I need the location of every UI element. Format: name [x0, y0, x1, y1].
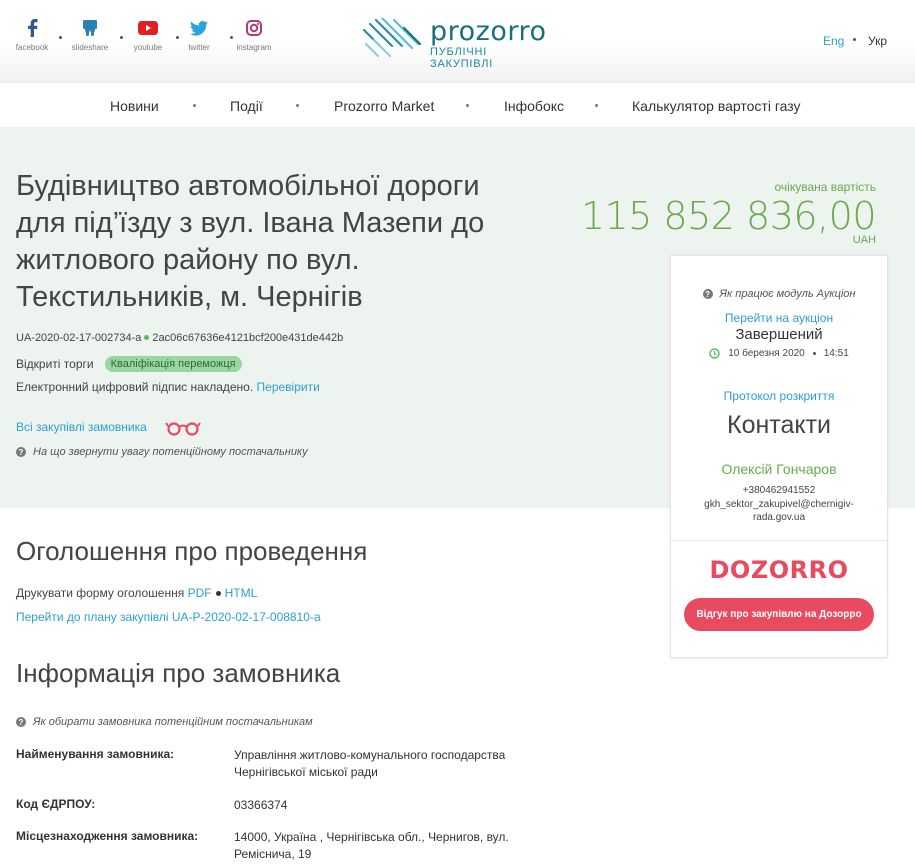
- signature-text: Електронний цифровий підпис накладено.: [16, 380, 254, 394]
- clock-icon: [709, 348, 720, 359]
- youtube-label: youtube: [133, 43, 163, 52]
- glasses-icon[interactable]: [165, 420, 201, 436]
- customer-heading: Інформація про замовника: [16, 658, 341, 688]
- twitter-label: twitter: [188, 43, 210, 52]
- edrpou-label: Код ЄДРПОУ:: [16, 797, 96, 811]
- slideshare-icon: [80, 18, 100, 38]
- facebook-icon: [22, 18, 42, 38]
- question-icon: ?: [702, 289, 713, 299]
- currency: UAH: [852, 234, 876, 246]
- instagram-icon: [244, 18, 264, 38]
- print-pdf-link[interactable]: PDF: [188, 586, 212, 600]
- supplier-hint-link[interactable]: ? На що звернути увагу потенційному пост…: [16, 446, 308, 458]
- auction-contacts-card: ? Як працює модуль Аукціон Перейти на ау…: [670, 255, 888, 658]
- divider: [671, 540, 887, 541]
- customer-address-value: 14000, Україна , Чернігівська обл., Черн…: [234, 830, 509, 861]
- tender-hash: 2ac06c67636e4121bcf200e431de442b: [152, 332, 344, 344]
- print-form-text: Друкувати форму оголошення: [16, 586, 185, 600]
- contact-phone: +380462941552: [742, 485, 816, 496]
- nav-item-infobox[interactable]: Інфобокс: [504, 98, 564, 114]
- facebook-label: facebook: [15, 43, 49, 52]
- separator-dot: [215, 591, 221, 596]
- signature-row: Електронний цифровий підпис накладено. П…: [16, 380, 320, 394]
- supplier-hint-text: На що звернути увагу потенційному постач…: [33, 446, 308, 458]
- expected-value-label: очікувана вартість: [774, 180, 877, 194]
- nav-item-news[interactable]: Новини: [110, 98, 159, 114]
- plan-link-row: Перейти до плану закупівлі UA-P-2020-02-…: [16, 610, 321, 624]
- auction-date: 10 березня 2020: [728, 348, 805, 359]
- tender-id: UA-2020-02-17-002734-a: [16, 332, 142, 344]
- dozorro-review-button[interactable]: Відгук про закупівлю на Дозорро: [684, 598, 874, 631]
- all-procurements-link[interactable]: Всі закупівлі замовника: [16, 420, 147, 434]
- separator-dot: [466, 104, 469, 107]
- lang-en-link[interactable]: Eng: [823, 34, 844, 48]
- facebook-link[interactable]: facebook: [7, 18, 57, 52]
- customer-name-label: Найменування замовника:: [16, 747, 175, 761]
- auction-datetime: 10 березня 2020 14:51: [671, 348, 887, 359]
- prozorro-logo-mark-icon: [362, 18, 422, 58]
- edrpou-value: 03366374: [234, 798, 288, 812]
- auction-help-text: Як працює модуль Аукціон: [719, 288, 856, 300]
- lang-ua-link[interactable]: Укр: [868, 34, 887, 48]
- youtube-icon: [138, 18, 158, 38]
- nav-item-events[interactable]: Події: [230, 98, 263, 114]
- site-header: facebook slideshare youtube twitter inst…: [0, 0, 915, 82]
- print-html-link[interactable]: HTML: [225, 586, 258, 600]
- slideshare-link[interactable]: slideshare: [65, 18, 115, 52]
- customer-hint-link[interactable]: ? Як обирати замовника потенційним поста…: [16, 716, 313, 728]
- instagram-link[interactable]: instagram: [229, 18, 279, 52]
- slideshare-label: slideshare: [71, 43, 109, 52]
- procurement-plan-link[interactable]: Перейти до плану закупівлі UA-P-2020-02-…: [16, 610, 321, 624]
- twitter-link[interactable]: twitter: [174, 18, 224, 52]
- separator-dot: [144, 335, 150, 340]
- dozorro-logo: DOZORRO: [709, 556, 849, 584]
- auction-time: 14:51: [823, 348, 849, 359]
- auction-help-link[interactable]: ? Як працює модуль Аукціон: [671, 288, 887, 300]
- print-form-row: Друкувати форму оголошення PDF HTML: [16, 586, 257, 600]
- twitter-icon: [189, 18, 209, 38]
- expected-value: 115 852 836,00: [580, 194, 877, 238]
- separator-dot: [59, 36, 62, 39]
- procedure-type: Відкриті торги: [16, 357, 94, 371]
- instagram-label: instagram: [236, 43, 272, 52]
- go-to-auction-link[interactable]: Перейти на аукціон: [671, 311, 887, 325]
- separator-dot: [595, 104, 598, 107]
- nav-item-market[interactable]: Prozorro Market: [334, 98, 434, 114]
- tender-ids: UA-2020-02-17-002734-a 2ac06c67636e4121bc…: [16, 332, 343, 344]
- customer-hint-text: Як обирати замовника потенційним постача…: [33, 716, 313, 728]
- separator-dot: [296, 104, 299, 107]
- nav-item-gas-calculator[interactable]: Калькулятор вартості газу: [632, 98, 801, 114]
- opening-protocol-link[interactable]: Протокол розкриття: [671, 389, 887, 403]
- question-icon: ?: [16, 717, 26, 727]
- separator-dot: [853, 38, 856, 41]
- youtube-link[interactable]: youtube: [123, 18, 173, 52]
- tender-title: Будівництво автомобільної дороги для під…: [16, 170, 485, 313]
- logo-subtitle: ПУБЛІЧНІ ЗАКУПІВЛІ: [430, 46, 494, 70]
- customer-name-value: Управління житлово-комунального господар…: [234, 748, 506, 779]
- contact-person: Олексій Гончаров: [721, 461, 837, 477]
- main-nav: Новини Події Prozorro Market Інфобокс Ка…: [0, 82, 915, 127]
- prozorro-logo[interactable]: prozorro ПУБЛІЧНІ ЗАКУПІВЛІ: [360, 16, 550, 70]
- procedure-row: Відкриті торги Кваліфікація переможця: [16, 356, 242, 372]
- logo-wordmark: prozorro: [430, 16, 547, 47]
- verify-signature-link[interactable]: Перевірити: [257, 380, 320, 394]
- status-badge: Кваліфікація переможця: [104, 356, 242, 372]
- question-icon: ?: [16, 447, 26, 457]
- auction-status: Завершений: [735, 326, 823, 343]
- contacts-heading: Контакти: [727, 411, 831, 439]
- customer-address-label: Місцезнаходження замовника:: [16, 829, 199, 843]
- separator-dot: [193, 104, 196, 107]
- contact-email[interactable]: gkh_sektor_zakupivel@chernigiv-rada.gov.…: [671, 498, 887, 524]
- separator-dot: [812, 352, 816, 355]
- announcement-heading: Оголошення про проведення: [16, 536, 368, 566]
